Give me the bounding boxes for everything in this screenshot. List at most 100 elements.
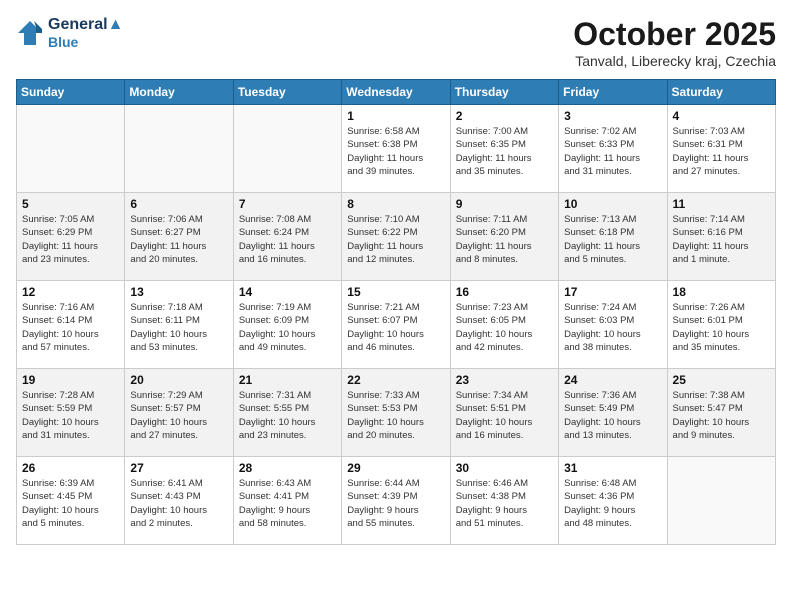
calendar-cell: 26Sunrise: 6:39 AM Sunset: 4:45 PM Dayli… [17, 457, 125, 545]
calendar-cell: 24Sunrise: 7:36 AM Sunset: 5:49 PM Dayli… [559, 369, 667, 457]
calendar-cell: 15 Sunrise: 7:21 AM Sunset: 6:07 PM Dayli… [342, 281, 450, 369]
calendar-cell: 6 Sunrise: 7:06 AM Sunset: 6:27 PM Daylig… [125, 193, 233, 281]
day-number: 22 [347, 373, 444, 387]
calendar-cell [667, 457, 775, 545]
cell-daylight-info: Sunrise: 7:29 AM Sunset: 5:57 PM Dayligh… [130, 389, 227, 442]
calendar-cell: 21 Sunrise: 7:31 AM Sunset: 5:55 PM Dayli… [233, 369, 341, 457]
day-number: 28 [239, 461, 336, 475]
cell-daylight-info: Sunrise: 7:13 AM Sunset: 6:18 PM Dayligh… [564, 213, 661, 266]
calendar-cell: 11Sunrise: 7:14 AM Sunset: 6:16 PM Dayli… [667, 193, 775, 281]
cell-daylight-info: Sunrise: 7:18 AM Sunset: 6:11 PM Dayligh… [130, 301, 227, 354]
day-number: 31 [564, 461, 661, 475]
cell-daylight-info: Sunrise: 6:43 AM Sunset: 4:41 PM Dayligh… [239, 477, 336, 530]
day-number: 4 [673, 109, 770, 123]
cell-daylight-info: Sunrise: 7:28 AM Sunset: 5:59 PM Dayligh… [22, 389, 119, 442]
calendar-week-row: 5 Sunrise: 7:05 AM Sunset: 6:29 PM Daylig… [17, 193, 776, 281]
calendar-week-row: 19 Sunrise: 7:28 AM Sunset: 5:59 PM Dayli… [17, 369, 776, 457]
day-number: 17 [564, 285, 661, 299]
calendar-header-row: SundayMondayTuesdayWednesdayThursdayFrid… [17, 80, 776, 105]
cell-daylight-info: Sunrise: 7:02 AM Sunset: 6:33 PM Dayligh… [564, 125, 661, 178]
day-header-friday: Friday [559, 80, 667, 105]
day-number: 21 [239, 373, 336, 387]
cell-daylight-info: Sunrise: 7:26 AM Sunset: 6:01 PM Dayligh… [673, 301, 770, 354]
day-number: 9 [456, 197, 553, 211]
calendar-cell: 7 Sunrise: 7:08 AM Sunset: 6:24 PM Daylig… [233, 193, 341, 281]
day-number: 19 [22, 373, 119, 387]
calendar-cell: 1Sunrise: 6:58 AM Sunset: 6:38 PM Daylig… [342, 105, 450, 193]
calendar-cell: 16 Sunrise: 7:23 AM Sunset: 6:05 PM Dayli… [450, 281, 558, 369]
cell-daylight-info: Sunrise: 7:21 AM Sunset: 6:07 PM Dayligh… [347, 301, 444, 354]
cell-daylight-info: Sunrise: 7:33 AM Sunset: 5:53 PM Dayligh… [347, 389, 444, 442]
cell-daylight-info: Sunrise: 7:38 AM Sunset: 5:47 PM Dayligh… [673, 389, 770, 442]
day-number: 5 [22, 197, 119, 211]
calendar-cell [233, 105, 341, 193]
day-number: 15 [347, 285, 444, 299]
cell-daylight-info: Sunrise: 7:19 AM Sunset: 6:09 PM Dayligh… [239, 301, 336, 354]
cell-daylight-info: Sunrise: 7:34 AM Sunset: 5:51 PM Dayligh… [456, 389, 553, 442]
calendar-cell: 27Sunrise: 6:41 AM Sunset: 4:43 PM Dayli… [125, 457, 233, 545]
cell-daylight-info: Sunrise: 7:06 AM Sunset: 6:27 PM Dayligh… [130, 213, 227, 266]
calendar-cell: 31 Sunrise: 6:48 AM Sunset: 4:36 PM Dayli… [559, 457, 667, 545]
calendar: SundayMondayTuesdayWednesdayThursdayFrid… [16, 79, 776, 545]
day-number: 20 [130, 373, 227, 387]
calendar-week-row: 1Sunrise: 6:58 AM Sunset: 6:38 PM Daylig… [17, 105, 776, 193]
location: Tanvald, Liberecky kraj, Czechia [573, 53, 776, 69]
cell-daylight-info: Sunrise: 7:03 AM Sunset: 6:31 PM Dayligh… [673, 125, 770, 178]
calendar-cell: 8 Sunrise: 7:10 AM Sunset: 6:22 PM Daylig… [342, 193, 450, 281]
day-number: 13 [130, 285, 227, 299]
cell-daylight-info: Sunrise: 7:11 AM Sunset: 6:20 PM Dayligh… [456, 213, 553, 266]
day-header-tuesday: Tuesday [233, 80, 341, 105]
title-block: October 2025 Tanvald, Liberecky kraj, Cz… [573, 16, 776, 69]
day-number: 10 [564, 197, 661, 211]
day-number: 7 [239, 197, 336, 211]
calendar-cell: 23 Sunrise: 7:34 AM Sunset: 5:51 PM Dayli… [450, 369, 558, 457]
calendar-cell: 2Sunrise: 7:00 AM Sunset: 6:35 PM Daylig… [450, 105, 558, 193]
calendar-cell: 10 Sunrise: 7:13 AM Sunset: 6:18 PM Dayli… [559, 193, 667, 281]
day-header-thursday: Thursday [450, 80, 558, 105]
day-header-sunday: Sunday [17, 80, 125, 105]
month-title: October 2025 [573, 16, 776, 53]
calendar-cell [17, 105, 125, 193]
cell-daylight-info: Sunrise: 6:48 AM Sunset: 4:36 PM Dayligh… [564, 477, 661, 530]
calendar-cell: 28 Sunrise: 6:43 AM Sunset: 4:41 PM Dayli… [233, 457, 341, 545]
logo-text: General▲ Blue [48, 16, 123, 50]
cell-daylight-info: Sunrise: 7:24 AM Sunset: 6:03 PM Dayligh… [564, 301, 661, 354]
cell-daylight-info: Sunrise: 7:14 AM Sunset: 6:16 PM Dayligh… [673, 213, 770, 266]
day-number: 18 [673, 285, 770, 299]
cell-daylight-info: Sunrise: 6:39 AM Sunset: 4:45 PM Dayligh… [22, 477, 119, 530]
day-number: 1 [347, 109, 444, 123]
day-number: 3 [564, 109, 661, 123]
logo-icon [16, 19, 44, 47]
cell-daylight-info: Sunrise: 7:23 AM Sunset: 6:05 PM Dayligh… [456, 301, 553, 354]
day-number: 16 [456, 285, 553, 299]
day-number: 30 [456, 461, 553, 475]
logo: General▲ Blue [16, 16, 123, 50]
calendar-cell: 29 Sunrise: 6:44 AM Sunset: 4:39 PM Dayli… [342, 457, 450, 545]
calendar-cell: 20 Sunrise: 7:29 AM Sunset: 5:57 PM Dayli… [125, 369, 233, 457]
calendar-cell: 14Sunrise: 7:19 AM Sunset: 6:09 PM Dayli… [233, 281, 341, 369]
cell-daylight-info: Sunrise: 7:05 AM Sunset: 6:29 PM Dayligh… [22, 213, 119, 266]
calendar-cell: 25Sunrise: 7:38 AM Sunset: 5:47 PM Dayli… [667, 369, 775, 457]
cell-daylight-info: Sunrise: 7:31 AM Sunset: 5:55 PM Dayligh… [239, 389, 336, 442]
cell-daylight-info: Sunrise: 6:44 AM Sunset: 4:39 PM Dayligh… [347, 477, 444, 530]
day-number: 12 [22, 285, 119, 299]
calendar-cell: 12Sunrise: 7:16 AM Sunset: 6:14 PM Dayli… [17, 281, 125, 369]
day-number: 8 [347, 197, 444, 211]
day-number: 29 [347, 461, 444, 475]
cell-daylight-info: Sunrise: 6:46 AM Sunset: 4:38 PM Dayligh… [456, 477, 553, 530]
calendar-cell: 30 Sunrise: 6:46 AM Sunset: 4:38 PM Dayli… [450, 457, 558, 545]
calendar-cell: 5 Sunrise: 7:05 AM Sunset: 6:29 PM Daylig… [17, 193, 125, 281]
day-number: 23 [456, 373, 553, 387]
cell-daylight-info: Sunrise: 6:41 AM Sunset: 4:43 PM Dayligh… [130, 477, 227, 530]
day-number: 6 [130, 197, 227, 211]
page-header: General▲ Blue October 2025 Tanvald, Libe… [16, 16, 776, 69]
calendar-cell: 4 Sunrise: 7:03 AM Sunset: 6:31 PM Daylig… [667, 105, 775, 193]
calendar-cell: 19 Sunrise: 7:28 AM Sunset: 5:59 PM Dayli… [17, 369, 125, 457]
calendar-week-row: 12Sunrise: 7:16 AM Sunset: 6:14 PM Dayli… [17, 281, 776, 369]
cell-daylight-info: Sunrise: 7:10 AM Sunset: 6:22 PM Dayligh… [347, 213, 444, 266]
calendar-cell: 22 Sunrise: 7:33 AM Sunset: 5:53 PM Dayli… [342, 369, 450, 457]
day-number: 2 [456, 109, 553, 123]
day-header-monday: Monday [125, 80, 233, 105]
calendar-cell: 18 Sunrise: 7:26 AM Sunset: 6:01 PM Dayli… [667, 281, 775, 369]
cell-daylight-info: Sunrise: 7:08 AM Sunset: 6:24 PM Dayligh… [239, 213, 336, 266]
